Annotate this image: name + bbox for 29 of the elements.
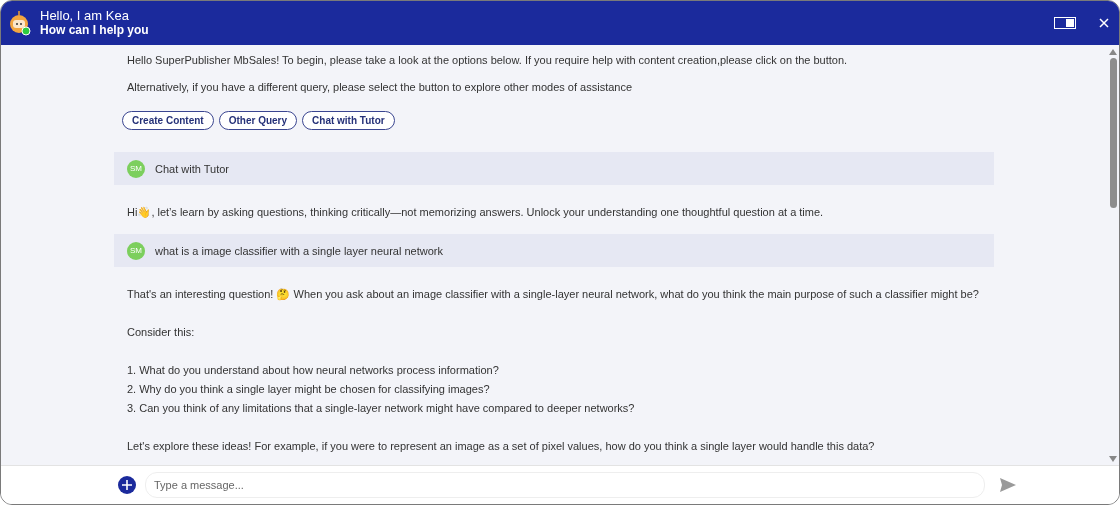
intro-text: Alternatively, if you have a different query, please select the button to explore other modes of assistance [127,80,634,95]
robot-avatar-icon [9,10,31,36]
send-button[interactable] [1000,478,1016,492]
bot-message-text: Let's explore these ideas! For example, if you were to represent an image as a set of pixel values, how do you think a single layer would handle this data? [127,439,876,454]
plus-icon [122,480,132,490]
expand-button[interactable] [1054,17,1076,29]
bot-message-text: Consider this: [127,325,196,340]
bot-message-text: That's an interesting question! 🤔 When you ask about an image classifier with a single-layer neural network, what do you think the main purpose of such a classifier might be? [127,287,980,303]
scrollbar-thumb[interactable] [1109,58,1117,208]
close-button[interactable] [1099,18,1109,28]
option-button[interactable]: Other Query [218,111,298,130]
user-message-text: what is a image classifier with a single layer neural network [155,244,443,257]
window-toggle-icon [1054,17,1076,29]
message-input[interactable]: Type a message... [145,472,985,498]
scroll-down-icon [1109,456,1117,462]
close-icon [1099,18,1109,28]
bot-message-text: 1. What do you understand about how neural networks process information? 2. Why do you think a single layer might be chosen for classifying images? 3. Can you think of any limitations that a single-layer network might have compared to deeper networks? [127,363,636,416]
send-icon [1000,478,1016,492]
option-button[interactable]: Create Content [122,111,214,130]
option-button[interactable]: Chat with Tutor [302,111,395,130]
user-avatar: SM [127,159,145,178]
scroll-up-icon [1109,49,1117,55]
user-message-text: Chat with Tutor [155,162,229,175]
assistant-subtitle: How can I help you [40,23,150,38]
add-button[interactable] [118,476,136,494]
user-avatar: SM [127,241,145,260]
bot-message-text: Hi👋, let’s learn by asking questions, thinking critically—not memorizing answers. Unlock your understanding one thoughtful question at a time. [127,205,825,220]
intro-text: Hello SuperPublisher MbSales! To begin, please take a look at the options below. If you require help with content creation,please click on the button. [127,53,849,68]
assistant-greeting: Hello, I am Kea [40,8,130,23]
